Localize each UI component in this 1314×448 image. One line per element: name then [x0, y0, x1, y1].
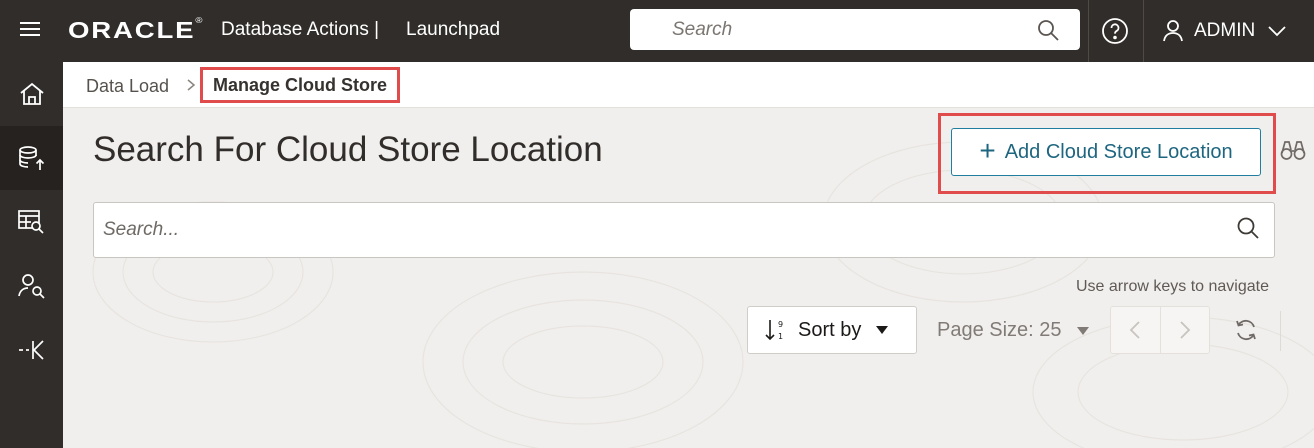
refresh-icon [1236, 319, 1256, 341]
table-search-icon [17, 210, 44, 234]
caret-down-icon [1076, 326, 1089, 335]
home-icon [19, 82, 44, 105]
sort-by-label: Sort by [798, 318, 862, 341]
previous-page-button[interactable] [1111, 307, 1160, 353]
nav-item-home[interactable] [0, 62, 63, 126]
breadcrumb: Data Load Manage Cloud Store [63, 62, 1314, 108]
nav-item-collapse[interactable] [0, 318, 63, 382]
search-icon[interactable] [1036, 18, 1060, 42]
user-icon [1163, 20, 1183, 42]
binoculars-icon[interactable] [1280, 138, 1306, 162]
breadcrumb-data-load[interactable]: Data Load [86, 76, 169, 97]
oracle-logo: ORACLE® [68, 16, 203, 43]
svg-text:1: 1 [778, 332, 783, 341]
header-divider [1143, 0, 1144, 62]
page-title: Search For Cloud Store Location [93, 130, 603, 169]
header-divider [1088, 0, 1089, 62]
breadcrumb-current-highlight: Manage Cloud Store [200, 67, 401, 103]
user-search-icon [17, 274, 45, 299]
plus-icon: + [979, 134, 996, 166]
chevron-down-icon [1268, 26, 1286, 37]
header-search [630, 9, 1080, 50]
help-circle-icon[interactable] [1100, 16, 1130, 46]
page-size-label: Page Size: 25 [937, 319, 1062, 341]
app-page-title[interactable]: Launchpad [406, 19, 500, 41]
location-search [93, 202, 1275, 258]
search-icon[interactable] [1235, 215, 1261, 241]
breadcrumb-current: Manage Cloud Store [213, 74, 388, 95]
user-name: ADMIN [1194, 20, 1256, 41]
page-size-select[interactable]: Page Size: 25 [937, 319, 1090, 342]
refresh-button[interactable] [1231, 315, 1261, 345]
location-search-input[interactable] [94, 203, 1224, 257]
toolbar-divider [1280, 311, 1281, 351]
database-upload-icon [18, 146, 44, 170]
pagination [1110, 306, 1210, 354]
chevron-right-icon [187, 79, 196, 91]
chevron-left-icon [1130, 321, 1141, 339]
next-page-button[interactable] [1159, 307, 1209, 353]
top-header: ORACLE® Database Actions | Launchpad ADM… [0, 0, 1314, 62]
svg-text:9: 9 [778, 320, 783, 329]
main-content: Data Load Manage Cloud Store Search For … [63, 62, 1314, 448]
sort-by-button[interactable]: 9 1 Sort by [747, 306, 917, 354]
app-title: Database Actions | [221, 19, 380, 40]
header-search-input[interactable] [630, 9, 1030, 50]
keyboard-navigation-hint: Use arrow keys to navigate [1076, 278, 1269, 295]
add-cloud-store-location-button[interactable]: + Add Cloud Store Location [951, 128, 1261, 176]
nav-item-data-load[interactable] [0, 126, 63, 190]
sort-icon: 9 1 [765, 320, 783, 341]
add-button-label: Add Cloud Store Location [1004, 140, 1233, 163]
nav-item-data-insights[interactable] [0, 254, 63, 318]
user-menu-button[interactable]: ADMIN [1162, 16, 1287, 46]
left-navigation [0, 62, 63, 448]
hamburger-icon[interactable] [20, 22, 40, 40]
caret-down-icon [876, 326, 889, 334]
collapse-icon [18, 340, 44, 360]
chevron-right-icon [1180, 321, 1191, 339]
nav-item-catalog[interactable] [0, 190, 63, 254]
